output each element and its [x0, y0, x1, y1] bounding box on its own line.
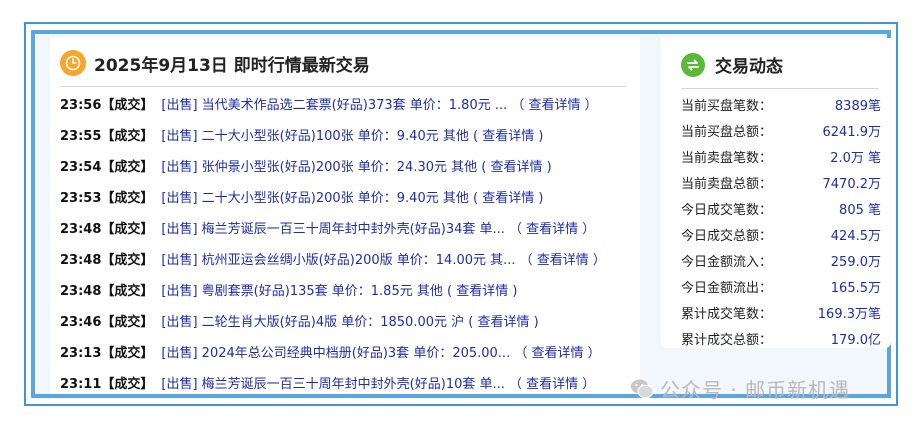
latest-trades-panel: 2025年9月13日 即时行情最新交易 23:56【成交】 [出售] 当代美术作品…: [50, 38, 640, 394]
trade-link[interactable]: [出售] 梅兰芳诞辰一百三十周年封中封外壳(好品)34套 单...: [161, 222, 505, 237]
stat-label: 当前买盘总额：: [681, 125, 773, 140]
market-widget-inner-frame: 2025年9月13日 即时行情最新交易 23:56【成交】 [出售] 当代美术作品…: [31, 30, 891, 398]
stat-value: 169.3万笔: [817, 307, 881, 322]
trade-stats-divider: [681, 88, 879, 89]
stat-row: 今日成交笔数： 805 笔: [681, 198, 881, 224]
trade-time: 23:55: [60, 129, 102, 144]
trade-row[interactable]: 23:56【成交】 [出售] 当代美术作品选二套票(好品)373套 单价：1.80…: [60, 90, 640, 121]
latest-trades-header: 2025年9月13日 即时行情最新交易: [60, 48, 370, 78]
stat-value: 424.5万: [830, 229, 881, 244]
trade-row[interactable]: 23:11【成交】 [出售] 梅兰芳诞辰一百三十周年封中封外壳(好品)10套 单.…: [60, 369, 640, 400]
trade-time: 23:54: [60, 160, 102, 175]
trade-time: 23:13: [60, 346, 102, 361]
trade-stats-panel: 交易动态 当前买盘笔数： 8389笔 当前买盘总额： 6241.9万 当前卖盘笔数：…: [661, 38, 891, 348]
stat-value: 179.0亿: [830, 333, 881, 348]
stat-value: 259.0万: [830, 255, 881, 270]
view-detail-link[interactable]: ( 查看详情 ): [468, 315, 538, 330]
trade-link[interactable]: [出售] 二十大小型张(好品)200张 单价：9.40元 其他: [161, 191, 468, 206]
trade-status: 【成交】: [101, 222, 154, 237]
view-detail-link[interactable]: （ 查看详情 ）: [514, 346, 600, 361]
trade-link[interactable]: [出售] 粤剧套票(好品)135套 单价：1.85元 其他: [161, 284, 442, 299]
trade-time: 23:48: [60, 222, 102, 237]
trade-time: 23:46: [60, 315, 102, 330]
stat-label: 当前卖盘总额：: [681, 177, 773, 192]
view-detail-link[interactable]: ( 查看详情 ): [473, 129, 543, 144]
trade-time: 23:11: [60, 377, 102, 392]
trade-row[interactable]: 23:48【成交】 [出售] 杭州亚运会丝绸小版(好品)200版 单价：14.00…: [60, 245, 640, 276]
stat-row: 今日金额流出： 165.5万: [681, 276, 881, 302]
trade-status: 【成交】: [101, 315, 154, 330]
latest-trades-divider: [60, 86, 626, 87]
stat-value: 6241.9万: [822, 125, 882, 140]
stat-row: 当前卖盘笔数： 2.0万 笔: [681, 146, 881, 172]
view-detail-link[interactable]: ( 查看详情 ): [473, 191, 543, 206]
trade-status: 【成交】: [101, 284, 154, 299]
stat-label: 累计成交笔数：: [681, 307, 773, 322]
stat-label: 累计成交总额：: [681, 333, 773, 348]
market-widget-outer-frame: 2025年9月13日 即时行情最新交易 23:56【成交】 [出售] 当代美术作品…: [24, 22, 898, 406]
trade-time: 23:48: [60, 253, 102, 268]
trade-status: 【成交】: [101, 253, 154, 268]
view-detail-link[interactable]: ( 查看详情 ): [447, 284, 517, 299]
trade-link[interactable]: [出售] 2024年总公司经典中档册(好品)3套 单价：205.00...: [161, 346, 510, 361]
exchange-icon: [681, 52, 705, 77]
trade-row[interactable]: 23:55【成交】 [出售] 二十大小型张(好品)100张 单价：9.40元 其他…: [60, 121, 640, 152]
latest-trades-title: 2025年9月13日 即时行情最新交易: [94, 55, 370, 76]
trade-status: 【成交】: [101, 160, 154, 175]
trade-link[interactable]: [出售] 杭州亚运会丝绸小版(好品)200版 单价：14.00元 其...: [161, 253, 515, 268]
trade-time: 23:48: [60, 284, 102, 299]
stat-value: 805 笔: [839, 203, 881, 218]
stat-value: 7470.2万: [822, 177, 882, 192]
view-detail-link[interactable]: （ 查看详情 ）: [509, 222, 595, 237]
stat-value: 2.0万 笔: [830, 151, 881, 166]
trade-row[interactable]: 23:48【成交】 [出售] 梅兰芳诞辰一百三十周年封中封外壳(好品)34套 单.…: [60, 214, 640, 245]
stats-list: 当前买盘笔数： 8389笔 当前买盘总额： 6241.9万 当前卖盘笔数： 2.0万 …: [681, 94, 881, 354]
stat-value: 8389笔: [834, 99, 881, 114]
stat-label: 当前卖盘笔数：: [681, 151, 773, 166]
view-detail-link[interactable]: （ 查看详情 ）: [509, 377, 595, 392]
view-detail-link[interactable]: ( 查看详情 ): [481, 160, 551, 175]
trade-stats-title: 交易动态: [715, 57, 783, 77]
trade-list: 23:56【成交】 [出售] 当代美术作品选二套票(好品)373套 单价：1.80…: [60, 90, 640, 400]
stat-row: 今日成交总额： 424.5万: [681, 224, 881, 250]
stat-label: 今日金额流出：: [681, 281, 773, 296]
trade-status: 【成交】: [101, 191, 154, 206]
stat-row: 当前买盘总额： 6241.9万: [681, 120, 881, 146]
wechat-watermark: 公众号 · 邮币新机遇: [630, 374, 850, 403]
trade-status: 【成交】: [101, 346, 154, 361]
trade-status: 【成交】: [101, 98, 154, 113]
view-detail-link[interactable]: （ 查看详情 ）: [520, 253, 606, 268]
trade-status: 【成交】: [101, 129, 154, 144]
clock-icon: [60, 50, 86, 76]
trade-row[interactable]: 23:54【成交】 [出售] 张仲景小型张(好品)200张 单价：24.30元 其…: [60, 152, 640, 183]
trade-time: 23:56: [60, 98, 102, 113]
trade-link[interactable]: [出售] 梅兰芳诞辰一百三十周年封中封外壳(好品)10套 单...: [161, 377, 505, 392]
trade-status: 【成交】: [101, 377, 154, 392]
stat-label: 今日金额流入：: [681, 255, 773, 270]
stat-row: 累计成交总额： 179.0亿: [681, 328, 881, 354]
trade-link[interactable]: [出售] 二十大小型张(好品)100张 单价：9.40元 其他: [161, 129, 468, 144]
trade-time: 23:53: [60, 191, 102, 206]
stat-label: 当前买盘笔数：: [681, 99, 773, 114]
view-detail-link[interactable]: （ 查看详情 ）: [511, 98, 597, 113]
stat-row: 累计成交笔数： 169.3万笔: [681, 302, 881, 328]
trade-row[interactable]: 23:46【成交】 [出售] 二轮生肖大版(好品)4版 单价：1850.00元 沪…: [60, 307, 640, 338]
stat-row: 当前卖盘总额： 7470.2万: [681, 172, 881, 198]
watermark-text: 公众号 · 邮币新机遇: [660, 378, 851, 402]
trade-link[interactable]: [出售] 张仲景小型张(好品)200张 单价：24.30元 其他: [161, 160, 477, 175]
wechat-icon: [631, 379, 654, 398]
trade-link[interactable]: [出售] 二轮生肖大版(好品)4版 单价：1850.00元 沪: [161, 315, 464, 330]
trade-row[interactable]: 23:53【成交】 [出售] 二十大小型张(好品)200张 单价：9.40元 其他…: [60, 183, 640, 214]
stat-label: 今日成交总额：: [681, 229, 773, 244]
stat-label: 今日成交笔数：: [681, 203, 773, 218]
trade-row[interactable]: 23:13【成交】 [出售] 2024年总公司经典中档册(好品)3套 单价：205…: [60, 338, 640, 369]
trade-row[interactable]: 23:48【成交】 [出售] 粤剧套票(好品)135套 单价：1.85元 其他 (…: [60, 276, 640, 307]
stat-row: 今日金额流入： 259.0万: [681, 250, 881, 276]
trade-link[interactable]: [出售] 当代美术作品选二套票(好品)373套 单价：1.80元 ...: [161, 98, 507, 113]
trade-stats-header: 交易动态: [681, 52, 783, 77]
stat-value: 165.5万: [830, 281, 881, 296]
stat-row: 当前买盘笔数： 8389笔: [681, 94, 881, 120]
